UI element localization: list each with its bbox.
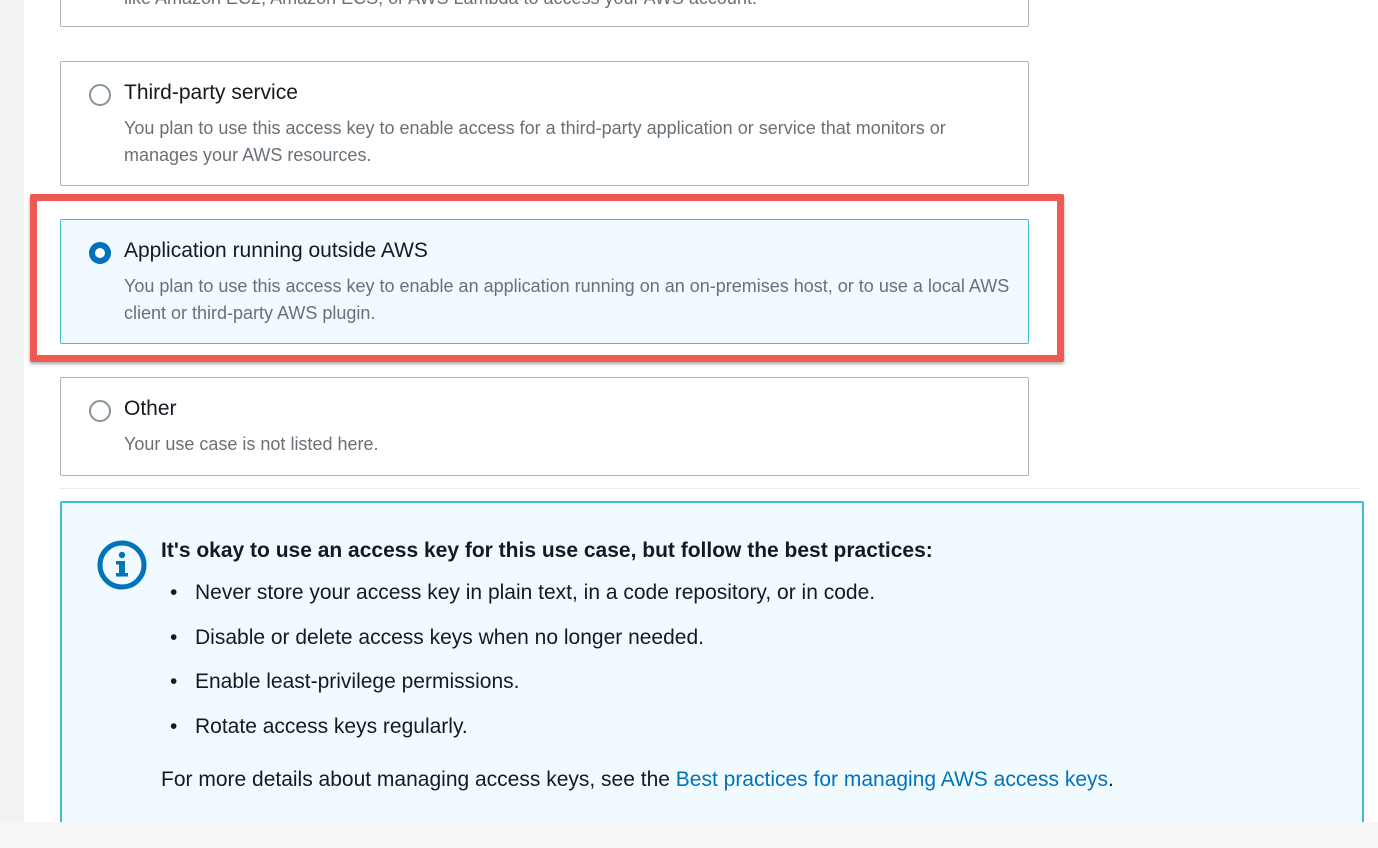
bullet: • — [170, 581, 178, 604]
left-gutter — [0, 0, 24, 848]
option-card-partial[interactable]: like Amazon EC2, Amazon ECS, or AWS Lamb… — [60, 0, 1029, 27]
bullet-text: Enable least-privilege permissions. — [195, 670, 520, 693]
bottom-strip — [0, 822, 1378, 848]
bullet-text: Disable or delete access keys when no lo… — [195, 625, 704, 649]
radio-other[interactable] — [89, 400, 111, 422]
option-title: Third-party service — [124, 81, 298, 104]
divider — [60, 488, 1360, 489]
bullet-text: Rotate access keys regularly. — [195, 714, 468, 738]
list-item: • Enable least-privilege permissions. — [170, 670, 875, 715]
option-title: Other — [124, 397, 177, 420]
option-card-other[interactable]: Other Your use case is not listed here. — [60, 377, 1029, 476]
option-partial-description: like Amazon EC2, Amazon ECS, or AWS Lamb… — [124, 0, 757, 9]
bullet: • — [170, 670, 178, 693]
bullet-text: Never store your access key in plain tex… — [195, 581, 876, 604]
best-practices-list: • Never store your access key in plain te… — [170, 581, 875, 759]
option-description: You plan to use this access key to enabl… — [124, 118, 946, 165]
option-description: Your use case is not listed here. — [124, 434, 379, 454]
info-icon — [97, 540, 147, 590]
bullet: • — [170, 714, 178, 738]
list-item: • Never store your access key in plain te… — [170, 581, 875, 626]
radio-third-party-service[interactable] — [89, 84, 111, 106]
radio-application-outside-aws[interactable] — [89, 242, 111, 264]
option-description: You plan to use this access key to enabl… — [124, 276, 1010, 323]
option-card-third-party-service[interactable]: Third-party service You plan to use this… — [60, 61, 1029, 186]
option-card-application-outside-aws[interactable]: Application running outside AWS You plan… — [60, 219, 1029, 344]
info-alert: It's okay to use an access key for this … — [60, 501, 1364, 835]
option-title: Application running outside AWS — [124, 239, 428, 262]
footer-suffix: . — [1108, 768, 1114, 791]
best-practices-link[interactable]: Best practices for managing AWS access k… — [676, 768, 1108, 791]
footer-prefix: For more details about managing access k… — [161, 768, 676, 791]
list-item: • Rotate access keys regularly. — [170, 715, 875, 760]
page: like Amazon EC2, Amazon ECS, or AWS Lamb… — [0, 0, 1378, 848]
info-heading: It's okay to use an access key for this … — [161, 539, 933, 562]
list-item: • Disable or delete access keys when no l… — [170, 626, 875, 671]
bullet: • — [170, 625, 178, 649]
info-footer: For more details about managing access k… — [161, 768, 1114, 792]
